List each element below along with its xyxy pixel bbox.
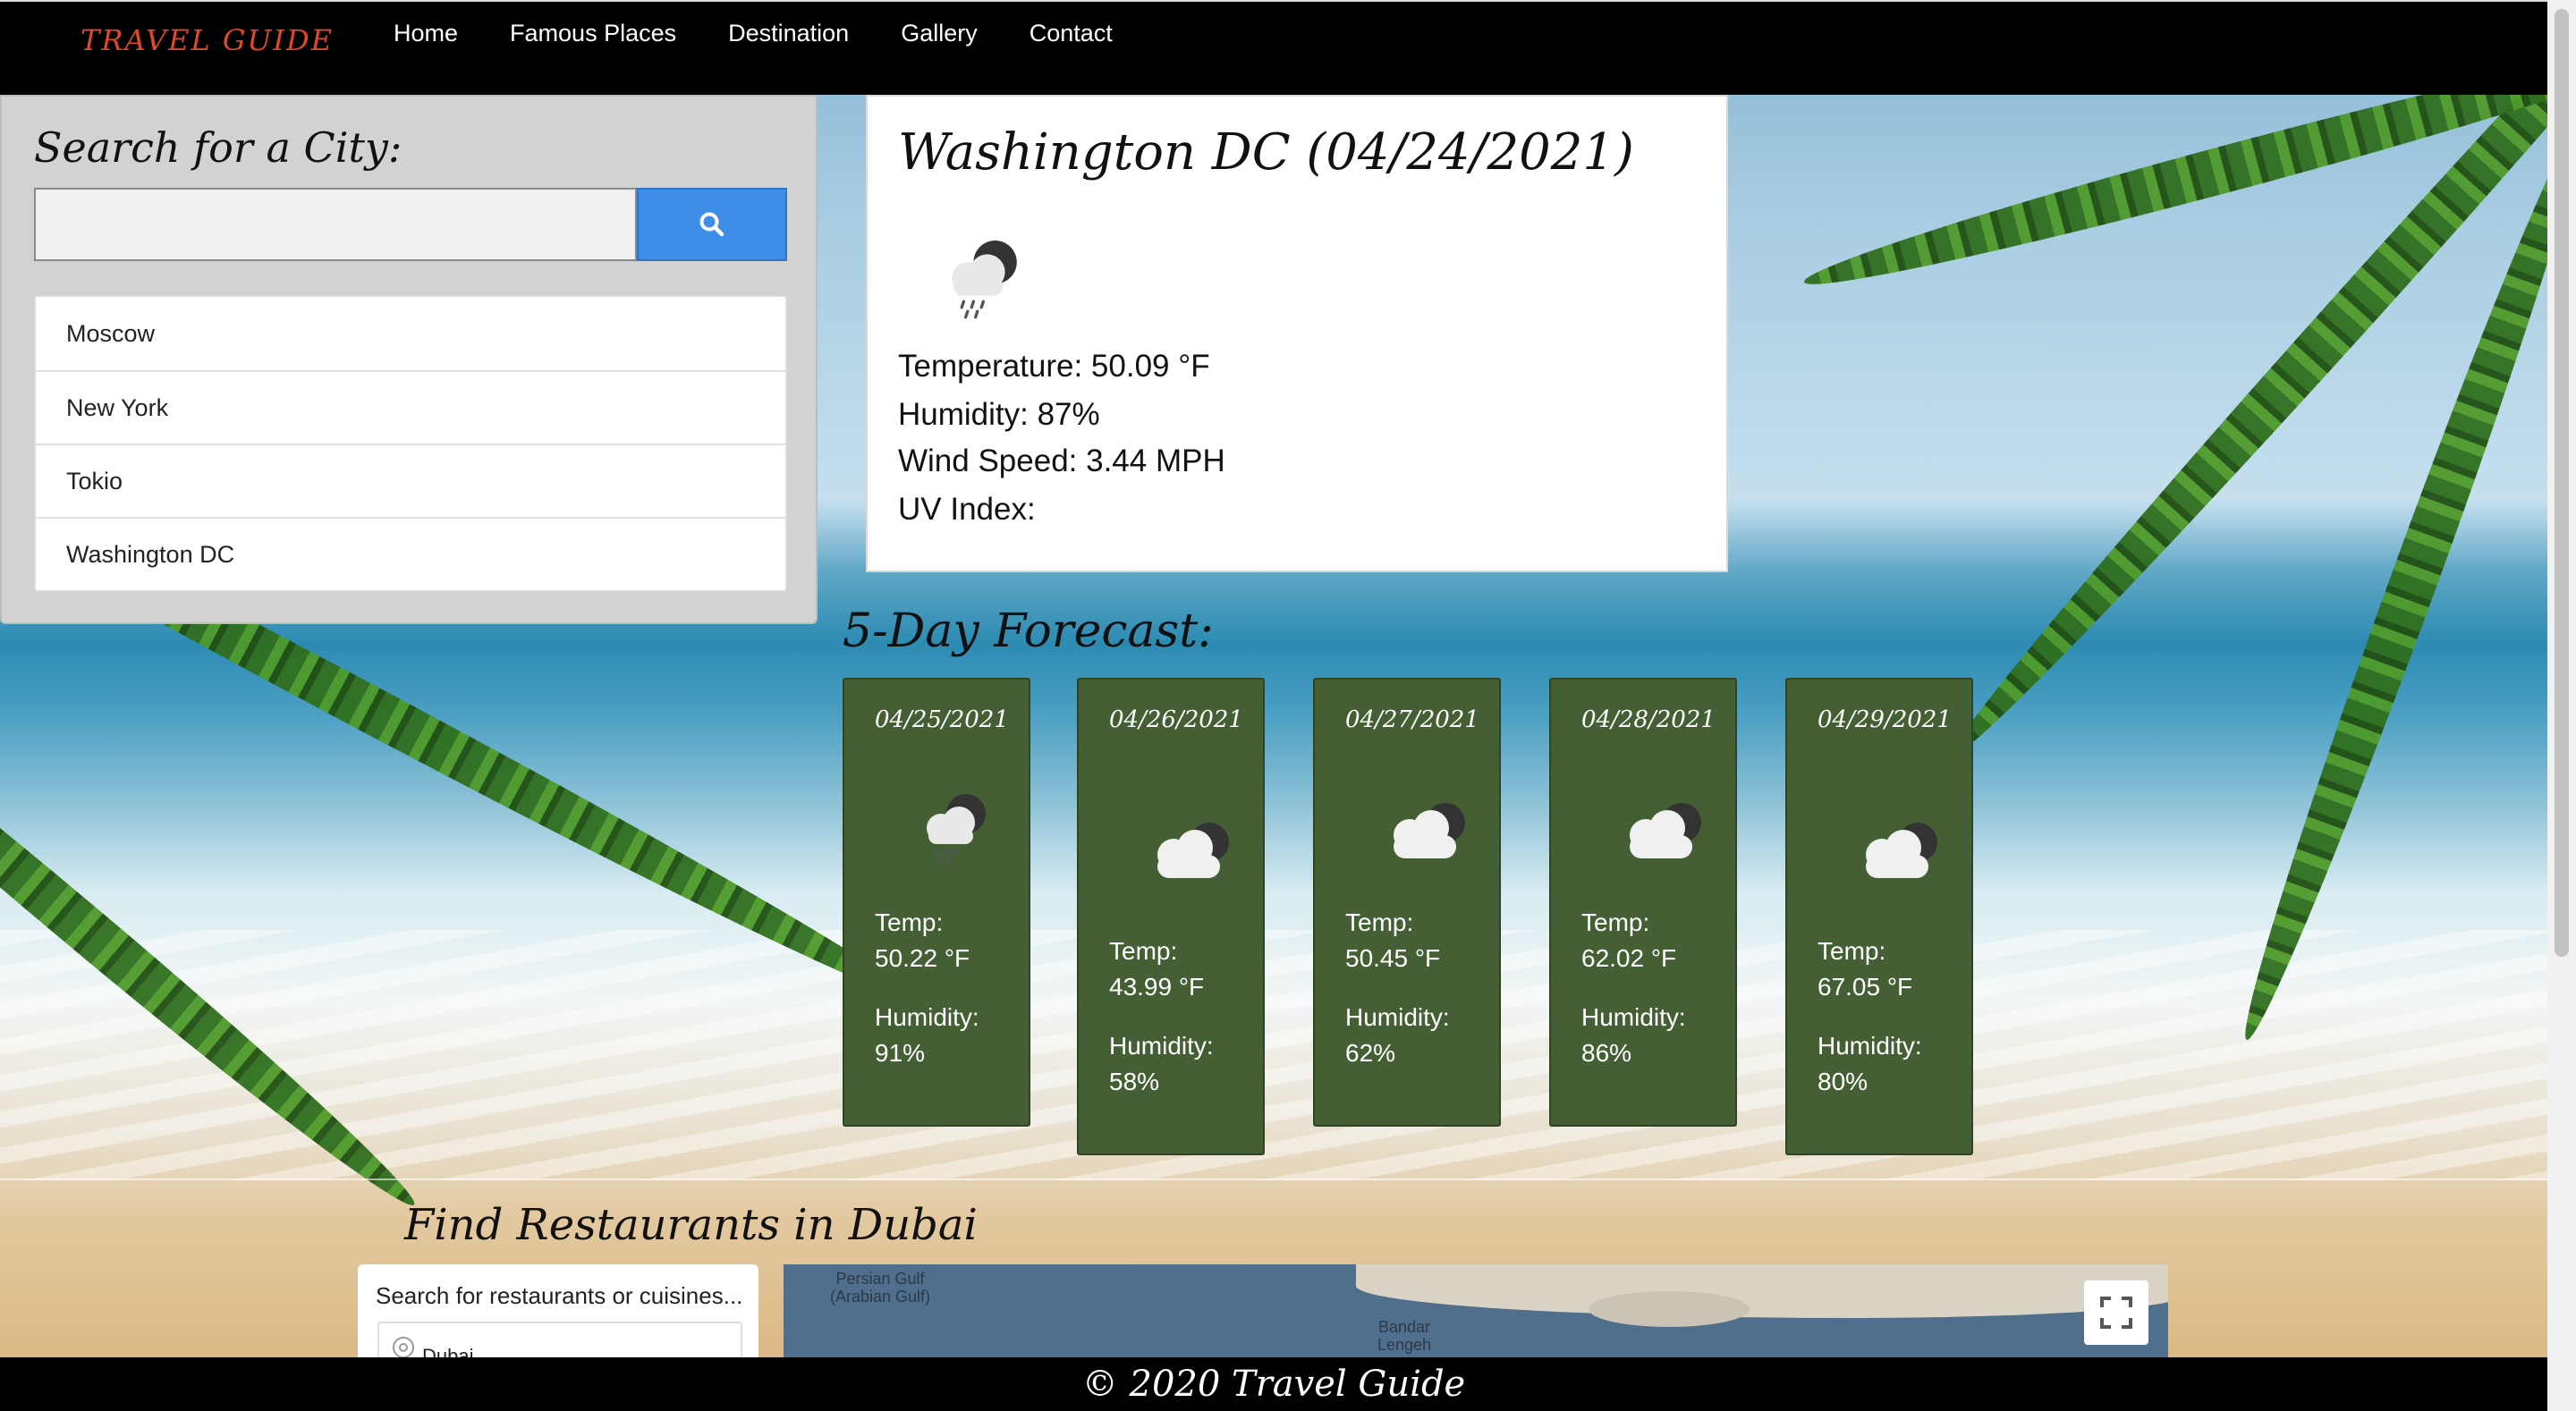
current-wind-speed: Wind Speed: 3.44 MPH — [898, 444, 1225, 478]
city-item-new-york[interactable]: New York — [36, 370, 785, 444]
nav-link-famous-places[interactable]: Famous Places — [510, 20, 676, 47]
forecast-humidity: 80% — [1818, 1068, 1868, 1095]
map-label-port: Bandar Lengeh — [1377, 1318, 1432, 1354]
rain-cloud-night-icon — [952, 241, 1017, 319]
forecast-temp: 67.05 °F — [1818, 973, 1913, 1001]
search-button[interactable] — [637, 188, 787, 261]
forecast-date: 04/25/2021 — [875, 706, 1009, 733]
forecast-date: 04/29/2021 — [1818, 706, 1952, 733]
city-item-tokio[interactable]: Tokio — [36, 444, 785, 517]
forecast-date: 04/28/2021 — [1581, 706, 1716, 733]
city-search-input[interactable] — [34, 188, 637, 261]
city-item-washington-dc[interactable]: Washington DC — [36, 517, 785, 590]
cloud-night-icon — [1394, 803, 1465, 858]
forecast-card-2: 04/26/2021 Temp: 43.99 °F Humidity: 58% — [1077, 678, 1265, 1155]
cloud-night-icon — [1866, 823, 1937, 878]
forecast-card-1: 04/25/2021 Temp: 50.22 °F Humidity: 91% — [843, 678, 1030, 1127]
forecast-temp-label: Temp: — [1581, 908, 1650, 936]
section-divider — [0, 1179, 2547, 1180]
forecast-date: 04/27/2021 — [1345, 706, 1479, 733]
current-uv-index: UV Index: — [898, 492, 1036, 527]
forecast-temp-label: Temp: — [1345, 908, 1414, 936]
nav-links: Home Famous Places Destination Gallery C… — [394, 20, 1113, 47]
forecast-temp: 43.99 °F — [1109, 973, 1205, 1001]
rain-cloud-night-icon — [927, 794, 986, 866]
location-pin-icon — [393, 1337, 414, 1358]
footer: © 2020 Travel Guide — [0, 1357, 2547, 1411]
restaurants-title: Find Restaurants in Dubai — [404, 1200, 978, 1250]
map-land — [1356, 1264, 2168, 1318]
forecast-card-5: 04/29/2021 Temp: 67.05 °F Humidity: 80% — [1785, 678, 1973, 1155]
navbar: TRAVEL GUIDE Home Famous Places Destinat… — [0, 0, 2547, 95]
current-temperature: Temperature: 50.09 °F — [898, 349, 1210, 384]
map-label-gulf: Persian Gulf (Arabian Gulf) — [830, 1270, 931, 1305]
forecast-humidity: 58% — [1109, 1068, 1160, 1095]
forecast-humidity: 62% — [1345, 1039, 1396, 1067]
nav-link-gallery[interactable]: Gallery — [901, 20, 978, 47]
forecast-temp: 50.22 °F — [875, 944, 970, 972]
forecast-date: 04/26/2021 — [1109, 706, 1243, 733]
city-item-moscow[interactable]: Moscow — [36, 297, 785, 370]
current-humidity: Humidity: 87% — [898, 397, 1100, 432]
forecast-humidity: 86% — [1581, 1039, 1632, 1067]
forecast-temp-label: Temp: — [1818, 937, 1886, 965]
nav-link-destination[interactable]: Destination — [728, 20, 849, 47]
map-fullscreen-button[interactable] — [2084, 1280, 2148, 1345]
forecast-temp: 62.02 °F — [1581, 944, 1677, 972]
city-search-panel: Search for a City: Moscow New York Tokio… — [0, 95, 818, 624]
forecast-humidity: 91% — [875, 1039, 926, 1067]
forecast-card-3: 04/27/2021 Temp: 50.45 °F Humidity: 62% — [1313, 678, 1501, 1127]
nav-link-home[interactable]: Home — [394, 20, 458, 47]
fullscreen-icon — [2100, 1297, 2132, 1329]
cloud-night-icon — [1157, 823, 1229, 878]
restaurant-search-input[interactable]: Search for restaurants or cuisines... — [376, 1282, 742, 1310]
forecast-card-4: 04/28/2021 Temp: 62.02 °F Humidity: 86% — [1549, 678, 1737, 1127]
forecast-temp-label: Temp: — [875, 908, 944, 936]
brand-logo[interactable]: TRAVEL GUIDE — [80, 23, 334, 57]
cloud-night-icon — [1630, 803, 1701, 858]
footer-text: © 2020 Travel Guide — [1081, 1364, 1466, 1405]
current-city-title: Washington DC (04/24/2021) — [898, 123, 1634, 182]
nav-link-contact[interactable]: Contact — [1030, 20, 1113, 47]
forecast-humidity-label: Humidity: — [875, 1003, 979, 1031]
forecast-humidity-label: Humidity: — [1345, 1003, 1450, 1031]
search-icon — [699, 212, 724, 237]
forecast-title: 5-Day Forecast: — [843, 604, 1214, 658]
forecast-temp: 50.45 °F — [1345, 944, 1441, 972]
map-island — [1589, 1291, 1750, 1327]
forecast-humidity-label: Humidity: — [1818, 1032, 1922, 1060]
forecast-humidity-label: Humidity: — [1109, 1032, 1214, 1060]
search-title: Search for a City: — [34, 123, 402, 172]
surf-foam — [0, 930, 2576, 1180]
current-weather-card: Washington DC (04/24/2021) Temperature: … — [866, 95, 1728, 572]
page-scrollbar-thumb[interactable] — [2555, 9, 2569, 957]
forecast-temp-label: Temp: — [1109, 937, 1178, 965]
forecast-humidity-label: Humidity: — [1581, 1003, 1686, 1031]
search-history-list: Moscow New York Tokio Washington DC — [34, 295, 787, 592]
